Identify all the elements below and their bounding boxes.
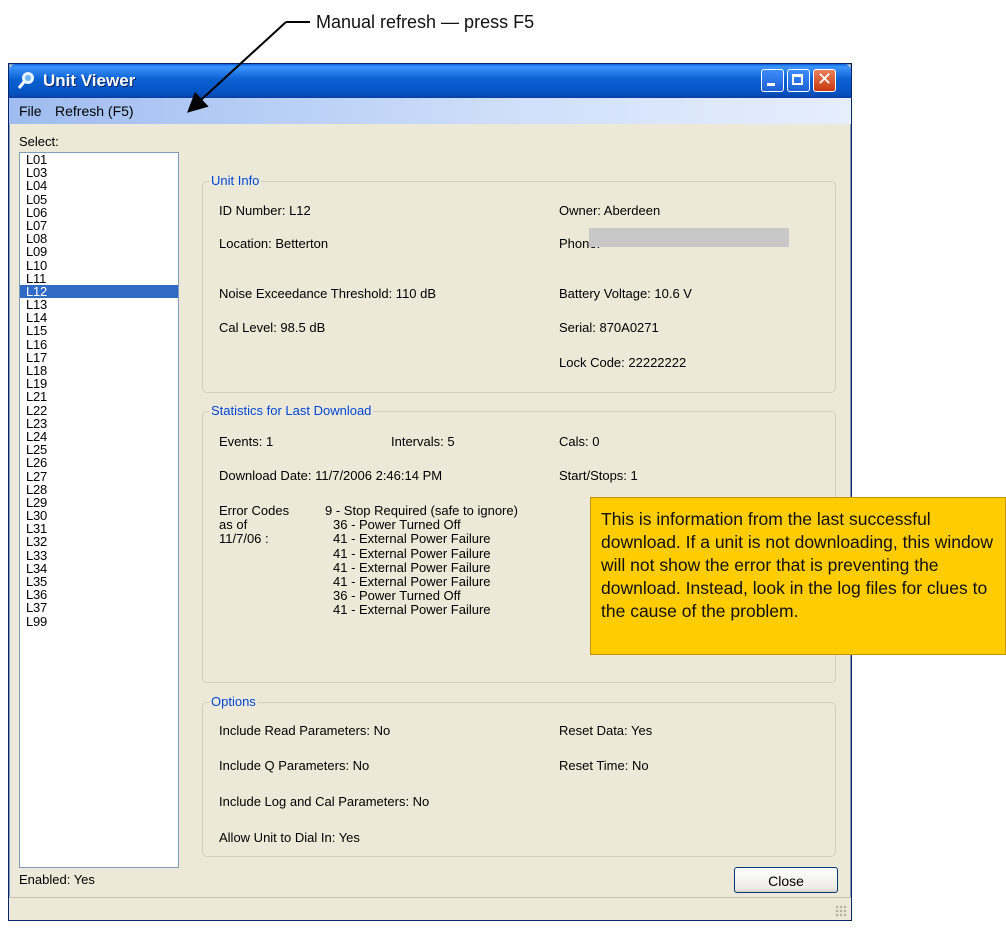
annotation-arrow <box>187 21 310 113</box>
